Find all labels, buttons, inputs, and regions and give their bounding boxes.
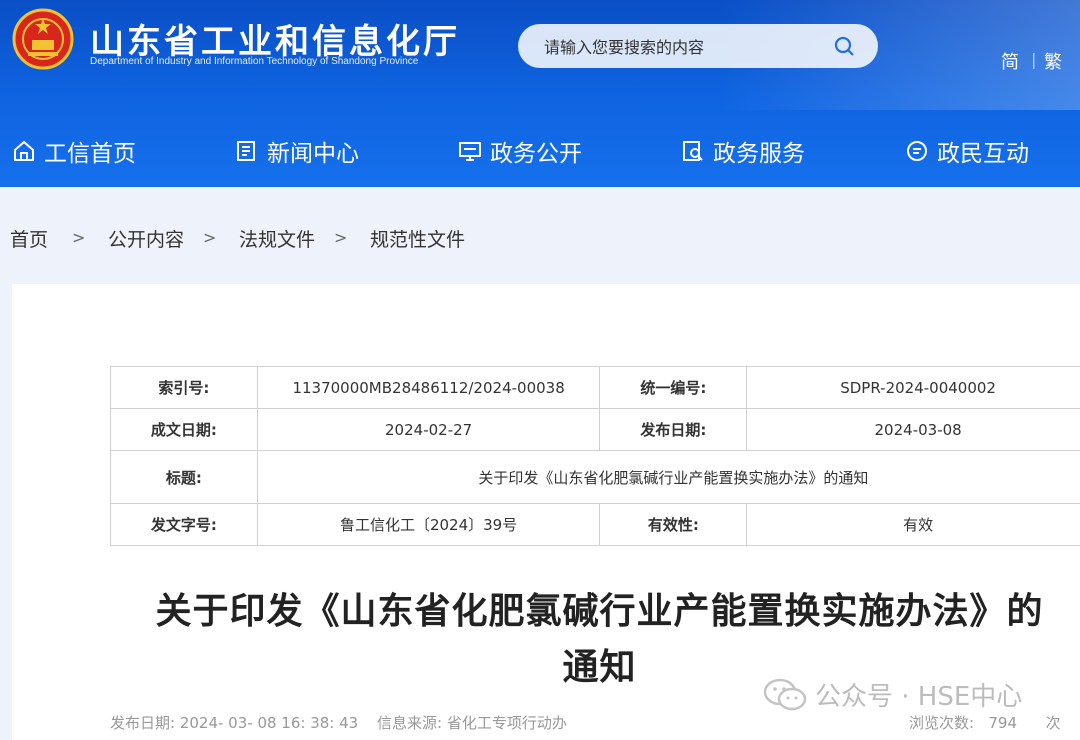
table-row: 标题: 关于印发《山东省化肥氯碱行业产能置换实施办法》的通知: [110, 450, 1080, 504]
title-label: 标题:: [110, 450, 258, 504]
search-icon[interactable]: [834, 36, 854, 56]
nav-label: 新闻中心: [267, 141, 359, 167]
written-date-label: 成文日期:: [110, 408, 258, 451]
search-box[interactable]: [518, 24, 878, 68]
document-title-line: 关于印发《山东省化肥氯碱行业产能置换实施办法》的: [155, 591, 1044, 632]
nav-label: 工信首页: [44, 141, 136, 167]
title-value: 关于印发《山东省化肥氯碱行业产能置换实施办法》的通知: [256, 450, 1080, 504]
nav-label: 政务公开: [490, 141, 582, 167]
nav-item-news[interactable]: 新闻中心: [235, 134, 359, 168]
validity-value: 有效: [746, 503, 1080, 546]
doc-number-label: 发文字号:: [110, 503, 258, 546]
lang-separator: |: [1031, 50, 1037, 69]
info-source: 信息来源: 省化工专项行动办: [377, 714, 567, 732]
breadcrumb-regulations[interactable]: 法规文件: [239, 225, 315, 252]
breadcrumb: 首页 > 公开内容 > 法规文件 > 规范性文件: [0, 187, 1080, 284]
table-row: 索引号: 11370000MB28486112/2024-00038 统一编号:…: [110, 366, 1080, 409]
nav-label: 政务服务: [713, 141, 805, 167]
written-date-value: 2024-02-27: [256, 408, 601, 451]
nav-label: 政民互动: [937, 141, 1029, 167]
watermark: 公众号 · HSE中心: [763, 676, 1022, 713]
wechat-icon: [763, 678, 807, 710]
doc-number-value: 鲁工信化工〔2024〕39号: [256, 503, 601, 546]
publish-date-value: 2024-03-08: [746, 408, 1080, 451]
news-icon: [237, 141, 255, 161]
nav-item-home[interactable]: 工信首页: [12, 134, 136, 168]
monitor-icon: [459, 142, 481, 161]
breadcrumb-public-content[interactable]: 公开内容: [108, 225, 184, 252]
publish-datetime: 发布日期: 2024- 03- 08 16: 38: 43: [110, 714, 359, 732]
national-emblem-icon: [12, 8, 74, 70]
search-input[interactable]: [542, 32, 826, 62]
validity-label: 有效性:: [599, 503, 748, 546]
index-value: 11370000MB28486112/2024-00038: [256, 366, 601, 409]
table-row: 发文字号: 鲁工信化工〔2024〕39号 有效性: 有效: [110, 503, 1080, 546]
main-nav: 工信首页 新闻中心 政务公开 政务服务 政民互动: [0, 128, 1080, 172]
site-subtitle: Department of Industry and Information T…: [90, 56, 419, 67]
breadcrumb-separator: >: [72, 228, 86, 247]
nav-item-interaction[interactable]: 政民互动: [905, 134, 1029, 168]
publish-date-label: 发布日期:: [599, 408, 748, 451]
document-meta-table: 索引号: 11370000MB28486112/2024-00038 统一编号:…: [110, 366, 1080, 546]
watermark-text: 公众号 · HSE中心: [815, 682, 1023, 712]
lang-simplified-link[interactable]: 简: [1001, 48, 1019, 74]
nav-item-gov-open[interactable]: 政务公开: [458, 134, 582, 168]
index-label: 索引号:: [110, 366, 258, 409]
home-icon: [14, 140, 34, 161]
breadcrumb-normative-docs[interactable]: 规范性文件: [370, 225, 465, 252]
nav-item-gov-service[interactable]: 政务服务: [681, 134, 805, 168]
code-label: 统一编号:: [599, 366, 748, 409]
breadcrumb-separator: >: [203, 228, 217, 247]
lang-traditional-link[interactable]: 繁: [1044, 48, 1062, 74]
code-value: SDPR-2024-0040002: [746, 366, 1080, 409]
document-search-icon: [683, 141, 703, 161]
chat-icon: [907, 141, 927, 161]
view-count: 浏览次数: 794 次: [909, 714, 1061, 732]
table-row: 成文日期: 2024-02-27 发布日期: 2024-03-08: [110, 408, 1080, 451]
article-panel: 索引号: 11370000MB28486112/2024-00038 统一编号:…: [12, 284, 1080, 740]
site-header: 山东省工业和信息化厅 Department of Industry and In…: [0, 0, 1080, 187]
breadcrumb-separator: >: [334, 228, 348, 247]
breadcrumb-home[interactable]: 首页: [10, 225, 48, 252]
